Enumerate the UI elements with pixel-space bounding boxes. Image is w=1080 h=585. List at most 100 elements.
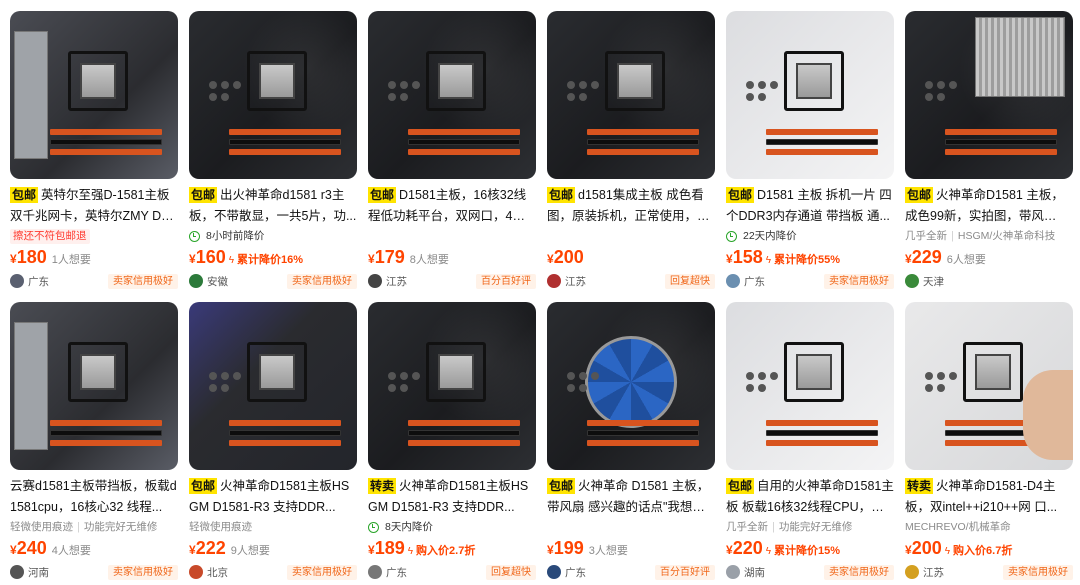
avatar[interactable] (547, 565, 561, 579)
seller-row: 天津 (905, 272, 1073, 290)
avatar[interactable] (189, 565, 203, 579)
capacitors (746, 372, 754, 380)
avatar[interactable] (726, 274, 740, 288)
shipping-badge: 包邮 (547, 478, 576, 494)
want-count: 6人想要 (946, 254, 986, 266)
listing-card[interactable]: 包邮火神革命 D1581 主板，带风扇 感兴趣的话点"我想要"... ¥199 3人… (547, 302, 715, 585)
condition-tag: 轻微使用痕迹 (10, 521, 73, 533)
avatar[interactable] (10, 565, 24, 579)
listing-tags (547, 519, 715, 536)
seller-info[interactable]: 江苏 (368, 274, 407, 289)
price-row: ¥160 ϟ 累计降价16% (189, 247, 357, 271)
listing-card[interactable]: 包邮 出火神革命d1581 r3主板，不带散显，一共5片，功... 8小时前降价 ¥1… (189, 11, 357, 294)
io-shield (14, 31, 48, 159)
avatar[interactable] (189, 274, 203, 288)
listing-tags: 轻微使用痕迹 (189, 519, 357, 536)
listing-title[interactable]: 包邮火神革命 D1581 主板，带风扇 感兴趣的话点"我想要"... (547, 476, 715, 518)
seller-info[interactable]: 广东 (368, 565, 407, 580)
policy-tag: 擦还不符包邮退 (10, 229, 90, 244)
product-image[interactable] (368, 11, 536, 179)
listing-title[interactable]: 包邮自用的火神革命D1581主板 板载16核32线程CPU，功... (726, 476, 894, 518)
listing-title[interactable]: 包邮 火神革命D1581主板HSGM D1581-R3 支持DDR... (189, 476, 357, 518)
product-image[interactable] (726, 11, 894, 179)
listing-title[interactable]: 包邮 D1581 主板 拆机一片 四个DDR3内存通道 带挡板 通... (726, 185, 894, 227)
listing-card[interactable]: 包邮D1581主板，16核32线程低功耗平台，双网口，4个US... ¥179 8人… (368, 11, 536, 294)
pcie-slot (766, 440, 878, 446)
product-image[interactable] (547, 11, 715, 179)
pcie-slot (229, 430, 341, 436)
divider: | (77, 521, 80, 533)
listing-title[interactable]: 包邮 出火神革命d1581 r3主板，不带散显，一共5片，功... (189, 185, 357, 227)
product-image[interactable] (547, 302, 715, 470)
listing-card[interactable]: 包邮 D1581 主板 拆机一片 四个DDR3内存通道 带挡板 通... 22天内降… (726, 11, 894, 294)
listing-title[interactable]: 包邮英特尔至强D-1581主板双千兆网卡，英特尔ZMY D150... (10, 185, 178, 227)
seller-info[interactable]: 广东 (547, 565, 586, 580)
seller-info[interactable]: 安徽 (189, 274, 228, 289)
listing-card[interactable]: 包邮英特尔至强D-1581主板双千兆网卡，英特尔ZMY D150... 擦还不符包… (10, 11, 178, 294)
product-image[interactable] (726, 302, 894, 470)
listing-card[interactable]: 包邮 火神革命D1581主板HSGM D1581-R3 支持DDR... 轻微使用痕… (189, 302, 357, 585)
product-image[interactable] (10, 302, 178, 470)
product-image[interactable] (905, 302, 1073, 470)
avatar[interactable] (905, 274, 919, 288)
seller-info[interactable]: 湖南 (726, 565, 765, 580)
price-row: ¥200 (547, 247, 715, 271)
currency-symbol: ¥ (10, 252, 17, 266)
price-drop: 累计降价16% (237, 254, 304, 266)
pcie-slot (766, 430, 878, 436)
brand-tag: 功能完好无维修 (778, 521, 853, 533)
listing-title[interactable]: 转卖 火神革命D1581主板HSGM D1581-R3 支持DDR... (368, 476, 536, 518)
seller-info[interactable]: 天津 (905, 274, 944, 289)
listing-card[interactable]: 云赛d1581主板带挡板，板载d1581cpu，16核心32 线程... 轻微使用… (10, 302, 178, 585)
listing-title[interactable]: 转卖 火神革命D1581-D4主板，双intel++i210++网 口... (905, 476, 1073, 518)
capacitors (925, 372, 933, 380)
seller-info[interactable]: 河南 (10, 565, 49, 580)
listing-title[interactable]: 包邮火神革命D1581 主板，成色99新，实拍图，带风扇，... (905, 185, 1073, 227)
seller-credit-badge: 卖家信用极好 (287, 564, 357, 580)
seller-city: 广东 (28, 275, 49, 288)
avatar[interactable] (368, 274, 382, 288)
avatar[interactable] (547, 274, 561, 288)
currency-symbol: ¥ (726, 252, 733, 266)
capacitors (388, 372, 396, 380)
brand-tag: HSGM/火神革命科技 (957, 230, 1056, 242)
seller-row: 江苏 卖家信用极好 (905, 563, 1073, 581)
seller-city: 广东 (565, 566, 586, 579)
avatar[interactable] (726, 565, 740, 579)
listing-title[interactable]: 云赛d1581主板带挡板，板载d1581cpu，16核心32 线程... (10, 476, 178, 518)
seller-info[interactable]: 江苏 (905, 565, 944, 580)
price-row: ¥189 ϟ 购入价2.7折 (368, 538, 536, 562)
listing-card[interactable]: 包邮火神革命D1581 主板，成色99新，实拍图，带风扇，... 几乎全新 |HSG… (905, 11, 1073, 294)
listing-card[interactable]: 转卖 火神革命D1581主板HSGM D1581-R3 支持DDR... 8天内降价… (368, 302, 536, 585)
avatar[interactable] (368, 565, 382, 579)
listing-title[interactable]: 包邮d1581集成主板 成色看图，原装拆机，正常使用，有... (547, 185, 715, 227)
seller-credit-badge: 卖家信用极好 (108, 564, 178, 580)
seller-info[interactable]: 广东 (10, 274, 49, 289)
io-shield (14, 322, 48, 450)
product-image[interactable] (189, 302, 357, 470)
price: 240 (16, 538, 47, 558)
listing-tags (368, 228, 536, 245)
cpu-chip (259, 63, 295, 99)
listing-card[interactable]: 包邮d1581集成主板 成色看图，原装拆机，正常使用，有... ¥200 江苏 回复超… (547, 11, 715, 294)
seller-info[interactable]: 江苏 (547, 274, 586, 289)
shipping-badge: 包邮 (726, 187, 755, 203)
price-row: ¥199 3人想要 (547, 538, 715, 562)
listing-title[interactable]: 包邮D1581主板，16核32线程低功耗平台，双网口，4个US... (368, 185, 536, 227)
product-image[interactable] (10, 11, 178, 179)
currency-symbol: ¥ (547, 252, 554, 266)
product-image[interactable] (368, 302, 536, 470)
listing-card[interactable]: 包邮自用的火神革命D1581主板 板载16核32线程CPU，功... 几乎全新 |功… (726, 302, 894, 585)
cpu-chip (617, 63, 653, 99)
seller-credit-badge: 卖家信用极好 (1003, 564, 1073, 580)
seller-info[interactable]: 广东 (726, 274, 765, 289)
product-image[interactable] (189, 11, 357, 179)
pcie-slot (587, 139, 699, 145)
avatar[interactable] (905, 565, 919, 579)
seller-info[interactable]: 北京 (189, 565, 228, 580)
product-image[interactable] (905, 11, 1073, 179)
listing-card[interactable]: 转卖 火神革命D1581-D4主板，双intel++i210++网 口... MEC… (905, 302, 1073, 585)
price-drop: 购入价2.7折 (416, 545, 476, 557)
avatar[interactable] (10, 274, 24, 288)
pcie-slot (945, 129, 1057, 135)
